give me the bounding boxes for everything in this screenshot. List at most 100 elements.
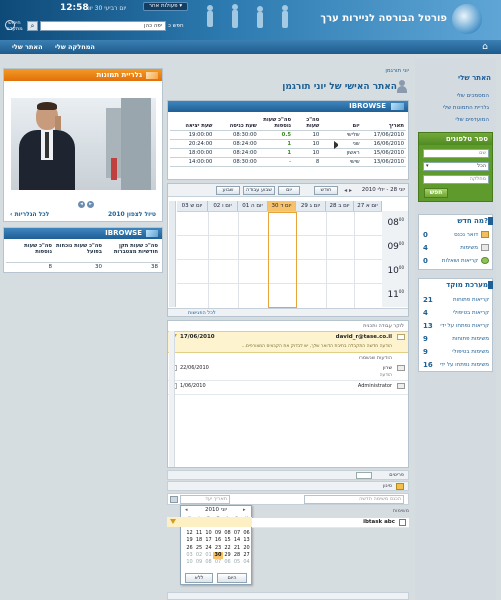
table-row[interactable]: 13/06/2010 שישי 8-08:30:00 14:00:00 xyxy=(170,157,406,167)
date-cell[interactable]: 03 xyxy=(185,552,195,559)
date-cell[interactable]: 25 xyxy=(194,545,204,552)
task-flag-icon[interactable] xyxy=(170,519,176,524)
sidebar-link-documents[interactable]: המסמכים שלי xyxy=(419,93,489,99)
list-item[interactable]: 0 דואר נכנס xyxy=(419,229,492,242)
phonebook-department-input[interactable]: מחלקה xyxy=(423,175,489,184)
gallery-photo[interactable] xyxy=(11,98,156,190)
date-cell[interactable]: 18 xyxy=(194,537,204,544)
date-cell[interactable]: 20 xyxy=(242,545,252,552)
search-input[interactable]: יפה כהן xyxy=(40,21,166,31)
message-item[interactable]: Administrator 1/06/2010 xyxy=(168,381,408,395)
date-picker-next-icon[interactable]: ▸ xyxy=(243,507,246,513)
calendar-scrollbar[interactable] xyxy=(169,201,176,307)
advanced-search-link[interactable]: חיפוש מתקדם xyxy=(4,20,25,32)
sidebar-link-gallery[interactable]: גלריית התמונות שלי xyxy=(419,105,489,111)
list-item[interactable]: 0 קריאות ושאלות xyxy=(419,255,492,268)
list-item[interactable]: 4 קריאות בטיפולי xyxy=(419,307,492,320)
day-header-today[interactable]: 30 יום ד xyxy=(268,201,296,211)
breadcrumb[interactable]: יוני תורגמן xyxy=(385,68,409,74)
task-item[interactable]: ibtask abc xyxy=(252,518,409,528)
week-grid[interactable] xyxy=(177,211,382,308)
date-cell[interactable]: 15 xyxy=(223,537,233,544)
view-day-button[interactable]: יום xyxy=(278,186,300,195)
ibrowse-summary-title: IBROWSE xyxy=(4,228,162,239)
list-item[interactable]: 9 משימות בטיפולי xyxy=(419,346,492,359)
day-header[interactable]: 01 יום ה xyxy=(238,201,268,211)
message-item-highlight[interactable]: david_r@tase.co.il 17/06/2010 הודעה חדשה… xyxy=(168,331,408,353)
table-row[interactable]: 17/06/2010 שלישי 10 0.5 08:30:00 19:00:00 xyxy=(170,130,406,140)
task-date-input[interactable]: תאריך יעד xyxy=(180,495,230,504)
date-cell[interactable]: 10 xyxy=(204,530,214,537)
date-cell[interactable]: 23 xyxy=(213,545,223,552)
day-header[interactable]: 28 יום ב xyxy=(326,201,354,211)
gallery-next-icon[interactable]: ▸ xyxy=(87,201,94,208)
date-cell[interactable]: 28 xyxy=(232,552,242,559)
date-cell[interactable]: 05 xyxy=(232,559,242,566)
list-item[interactable]: 16 משימות נפתחו על ידי xyxy=(419,359,492,372)
phonebook-search-button[interactable]: חפש xyxy=(424,188,448,198)
date-cell[interactable]: 01 xyxy=(204,552,214,559)
table-row[interactable]: 16/06/2010 שני 10 1 08:24:00 20:24:00 xyxy=(170,139,406,149)
date-cell[interactable]: 11 xyxy=(194,530,204,537)
date-cell[interactable]: 10 xyxy=(185,559,195,566)
sidebar-title[interactable]: האתר שלי xyxy=(419,74,491,82)
add-task-icon[interactable] xyxy=(170,496,178,503)
date-cell[interactable]: 22 xyxy=(223,545,233,552)
day-header[interactable]: 02 יום ו xyxy=(208,201,238,211)
day-header[interactable]: 29 יום ג xyxy=(296,201,326,211)
nav-my-site[interactable]: האתר שלי xyxy=(12,43,43,51)
message-item[interactable]: שרון 22/06/2010 הודעה xyxy=(168,363,408,381)
gallery-prev-icon[interactable]: ◂ xyxy=(78,201,85,208)
date-cell[interactable]: 06 xyxy=(242,530,252,537)
date-cell[interactable]: 14 xyxy=(232,537,242,544)
date-cell[interactable]: 26 xyxy=(185,545,195,552)
date-picker-today-button[interactable]: היום xyxy=(217,573,247,583)
view-month-button[interactable]: חודש xyxy=(314,186,338,195)
date-cell[interactable]: 27 xyxy=(242,552,252,559)
date-cell[interactable]: 09 xyxy=(194,559,204,566)
table-row[interactable]: 15/06/2010 ראשון 10 1 08:24:00 18:00:00 xyxy=(170,148,406,158)
date-cell[interactable]: 08 xyxy=(223,530,233,537)
sidebar-link-favorites[interactable]: המועדפים שלי xyxy=(419,117,489,123)
date-cell[interactable]: 13 xyxy=(242,537,252,544)
other-actions-button[interactable]: פעולות אחר ▾ xyxy=(143,2,188,11)
day-header[interactable]: 27 יום א xyxy=(354,201,382,211)
date-cell[interactable]: 16 xyxy=(213,537,223,544)
new-task-input[interactable]: הכנס משימה חדשה xyxy=(304,495,404,504)
phonebook-name-input[interactable]: שם xyxy=(423,149,489,158)
day-header[interactable]: 03 יום ש xyxy=(177,201,208,211)
date-cell[interactable]: 12 xyxy=(185,530,195,537)
date-picker-none-button[interactable]: ללא xyxy=(185,573,213,583)
search-icon[interactable]: ⌕ xyxy=(27,21,38,31)
date-cell[interactable]: 17 xyxy=(204,537,214,544)
home-icon[interactable]: ⌂ xyxy=(478,41,492,53)
phonebook-department-select[interactable]: ▾ הכל xyxy=(423,162,489,171)
date-cell[interactable]: 21 xyxy=(232,545,242,552)
list-item[interactable]: 4 משימות xyxy=(419,242,492,255)
tasks-page-input[interactable] xyxy=(356,472,372,479)
filter-icon[interactable] xyxy=(396,483,404,490)
date-cell[interactable]: 19 xyxy=(185,537,195,544)
all-meetings-link[interactable]: לכל הפגישות xyxy=(188,310,216,316)
date-picker-prev-icon[interactable]: ◂ xyxy=(185,507,188,513)
date-cell[interactable]: 02 xyxy=(194,552,204,559)
messages-scrollbar[interactable] xyxy=(169,331,175,467)
date-cell[interactable]: 07 xyxy=(232,530,242,537)
date-cell[interactable]: 07 xyxy=(213,559,223,566)
date-cell[interactable]: 08 xyxy=(204,559,214,566)
date-cell[interactable]: 30 xyxy=(213,552,223,559)
date-cell[interactable]: 04 xyxy=(242,559,252,566)
nav-my-department[interactable]: המחלקה שלי xyxy=(55,43,95,51)
list-item[interactable]: 21 קריאות פתוחות xyxy=(419,294,492,307)
list-item[interactable]: 13 קריאות נפתחו על ידי xyxy=(419,320,492,333)
date-cell[interactable]: 24 xyxy=(204,545,214,552)
date-cell[interactable]: 29 xyxy=(223,552,233,559)
all-galleries-link[interactable]: ‹ לכל הגלריות xyxy=(10,211,49,218)
date-cell[interactable]: 09 xyxy=(213,530,223,537)
view-workweek-button[interactable]: שבוע עבודה xyxy=(243,186,275,195)
view-week-button[interactable]: שבוע xyxy=(216,186,240,195)
task-checkbox[interactable] xyxy=(399,519,406,526)
date-cell[interactable]: 06 xyxy=(223,559,233,566)
calendar-prev-next[interactable]: ◂ ▸ xyxy=(344,187,352,194)
list-item[interactable]: 9 משימות פתוחות xyxy=(419,333,492,346)
